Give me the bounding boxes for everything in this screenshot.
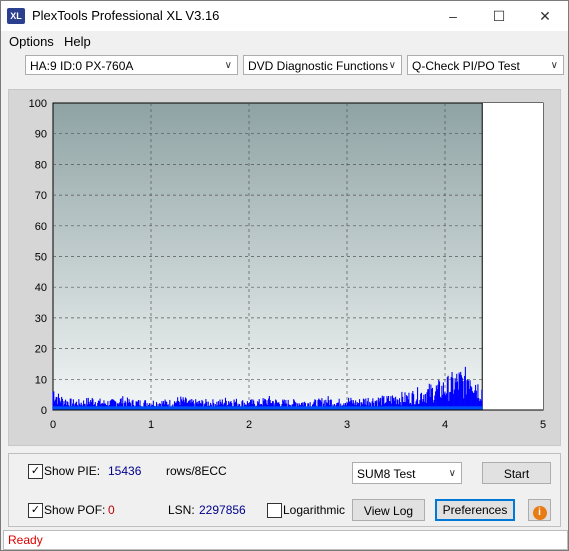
y-tick-label: 10	[35, 374, 47, 386]
x-tick-label: 2	[246, 419, 252, 431]
test-select-value: Q-Check PI/PO Test	[412, 59, 520, 73]
y-tick-label: 100	[29, 98, 47, 110]
pie-value: 15436	[108, 464, 142, 478]
menu-help[interactable]: Help	[64, 34, 91, 49]
y-tick-label: 0	[41, 405, 47, 417]
chart-panel: 0 10 20 30 40 50 60 70 80 90 100 0 1 2 3 4 5	[8, 89, 561, 446]
preferences-button[interactable]: Preferences	[435, 499, 515, 521]
y-tick-label: 20	[35, 344, 47, 356]
pie-baseline-fill	[53, 406, 483, 410]
sum8-test-select[interactable]: SUM8 Test ∨	[352, 462, 462, 484]
window-title: PlexTools Professional XL V3.16	[32, 8, 220, 23]
info-button[interactable]: i	[528, 499, 551, 521]
controls-panel: ✓ Show PIE: 15436 rows/8ECC ✓ Show POF: …	[8, 453, 561, 527]
minimize-icon[interactable]: –	[430, 1, 476, 31]
app-logo-icon: XL	[7, 8, 25, 24]
chevron-down-icon: ∨	[224, 60, 232, 71]
show-pie-checkbox[interactable]: ✓	[28, 464, 43, 479]
chevron-down-icon: ∨	[388, 60, 396, 71]
y-tick-label: 40	[35, 282, 47, 294]
drive-select-value: HA:9 ID:0 PX-760A	[30, 59, 134, 73]
logarithmic-checkbox[interactable]	[267, 503, 282, 518]
y-tick-label: 60	[35, 221, 47, 233]
x-tick-label: 0	[50, 419, 56, 431]
close-icon[interactable]: ✕	[522, 1, 568, 31]
lsn-value: 2297856	[199, 503, 246, 517]
view-log-button[interactable]: View Log	[352, 499, 425, 521]
y-tick-label: 50	[35, 252, 47, 264]
pie-unit: rows/8ECC	[166, 464, 227, 478]
pie-chart-svg: 0 10 20 30 40 50 60 70 80 90 100 0 1 2 3 4 5	[29, 98, 546, 431]
pof-value: 0	[108, 503, 115, 517]
x-tick-label: 1	[148, 419, 154, 431]
sum8-test-value: SUM8 Test	[357, 467, 416, 481]
status-bar: Ready	[3, 530, 568, 550]
menu-options[interactable]: Options	[9, 34, 54, 49]
y-tick-label: 80	[35, 159, 47, 171]
chevron-down-icon: ∨	[448, 468, 456, 479]
show-pof-label: Show POF:	[44, 503, 106, 517]
status-text: Ready	[8, 533, 43, 547]
chevron-down-icon: ∨	[550, 60, 558, 71]
menu-bar: Options Help	[1, 32, 568, 52]
function-select[interactable]: DVD Diagnostic Functions ∨	[243, 55, 402, 75]
plot-unused-area	[482, 103, 543, 410]
show-pie-label: Show PIE:	[44, 464, 101, 478]
y-tick-label: 30	[35, 313, 47, 325]
info-icon: i	[532, 506, 547, 520]
test-select[interactable]: Q-Check PI/PO Test ∨	[407, 55, 564, 75]
function-select-value: DVD Diagnostic Functions	[248, 59, 389, 73]
lsn-label: LSN:	[168, 503, 195, 517]
show-pof-checkbox[interactable]: ✓	[28, 503, 43, 518]
maximize-icon[interactable]: ☐	[476, 1, 522, 31]
x-tick-label: 5	[540, 419, 546, 431]
app-window: XL PlexTools Professional XL V3.16 – ☐ ✕…	[0, 0, 569, 551]
drive-select[interactable]: HA:9 ID:0 PX-760A ∨	[25, 55, 238, 75]
logarithmic-label: Logarithmic	[283, 503, 346, 517]
x-tick-label: 3	[344, 419, 350, 431]
x-tick-label: 4	[442, 419, 448, 431]
y-tick-label: 90	[35, 129, 47, 141]
y-tick-label: 70	[35, 190, 47, 202]
title-bar: XL PlexTools Professional XL V3.16 – ☐ ✕	[1, 1, 568, 31]
start-button[interactable]: Start	[482, 462, 551, 484]
